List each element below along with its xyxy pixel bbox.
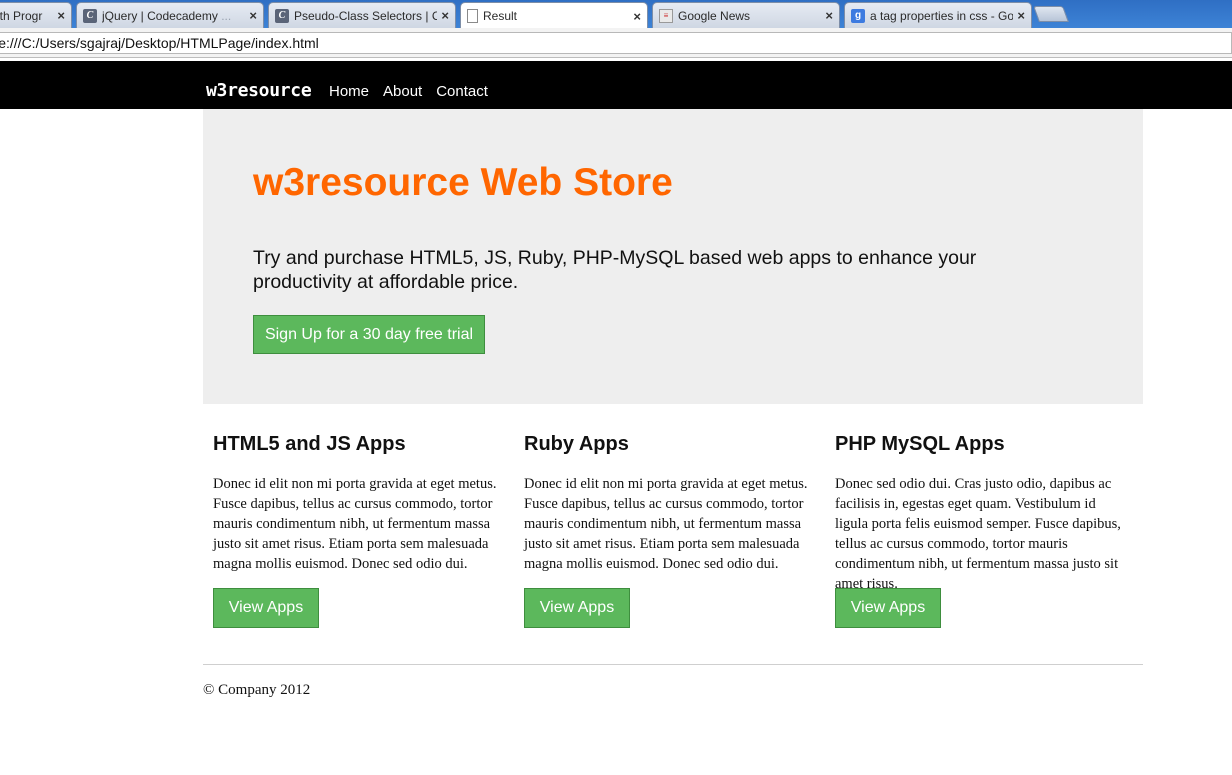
nav-home-link[interactable]: Home — [329, 83, 369, 100]
column-heading: Ruby Apps — [524, 433, 629, 455]
column-text: Donec id elit non mi porta gravida at eg… — [213, 476, 497, 572]
new-tab-button[interactable] — [1033, 6, 1069, 22]
browser-tab-active[interactable]: Result × — [460, 2, 648, 28]
tab-title: ith Progr — [0, 8, 43, 23]
google-icon: g — [851, 8, 865, 23]
view-apps-button[interactable]: View Apps — [524, 588, 630, 628]
tab-title: a tag properties in css - Go — [870, 8, 1014, 23]
footer-copyright: © Company 2012 — [203, 682, 311, 698]
tab-title: Result — [483, 9, 518, 23]
column-text: Donec id elit non mi porta gravida at eg… — [524, 476, 808, 572]
close-icon[interactable]: × — [825, 8, 833, 23]
feature-column-html5: HTML5 and JS Apps Donec id elit non mi p… — [213, 430, 509, 628]
feature-column-php: PHP MySQL Apps Donec sed odio dui. Cras … — [835, 430, 1131, 628]
column-heading: HTML5 and JS Apps — [213, 433, 406, 455]
browser-tab-bar: ith Progr × C jQuery | Codecademy ... × … — [0, 0, 1232, 28]
browser-tab[interactable]: C jQuery | Codecademy ... × — [76, 2, 264, 28]
close-icon[interactable]: × — [1017, 8, 1025, 23]
close-icon[interactable]: × — [249, 8, 257, 23]
hero-title: w3resource Web Store — [253, 161, 673, 204]
document-icon — [467, 9, 478, 23]
tab-title: jQuery | Codecademy ... — [102, 8, 232, 23]
nav-about-link[interactable]: About — [383, 83, 422, 100]
browser-tab[interactable]: C Pseudo-Class Selectors | C × — [268, 2, 456, 28]
brand-link[interactable]: w3resource — [206, 80, 312, 101]
close-icon[interactable]: × — [57, 8, 65, 23]
tab-title: Google News — [678, 8, 751, 23]
nav-contact-link[interactable]: Contact — [436, 83, 488, 100]
close-icon[interactable]: × — [633, 9, 641, 24]
view-apps-button[interactable]: View Apps — [835, 588, 941, 628]
view-apps-button[interactable]: View Apps — [213, 588, 319, 628]
browser-tab[interactable]: g a tag properties in css - Go × — [844, 2, 1032, 28]
address-bar: ile:///C:/Users/sgajraj/Desktop/HTMLPage… — [0, 28, 1232, 58]
nav-links: Home About Contact — [329, 83, 502, 100]
footer-divider — [203, 664, 1143, 665]
tab-title: Pseudo-Class Selectors | C — [294, 8, 438, 23]
close-icon[interactable]: × — [441, 8, 449, 23]
signup-button[interactable]: Sign Up for a 30 day free trial — [253, 315, 485, 354]
column-text: Donec sed odio dui. Cras justo odio, dap… — [835, 476, 1121, 592]
feature-column-ruby: Ruby Apps Donec id elit non mi porta gra… — [524, 430, 820, 628]
codecademy-icon: C — [275, 8, 289, 23]
browser-tab[interactable]: ith Progr × — [0, 2, 72, 28]
column-heading: PHP MySQL Apps — [835, 433, 1005, 455]
news-icon: ≡ — [659, 8, 673, 23]
codecademy-icon: C — [83, 8, 97, 23]
site-navbar: w3resource Home About Contact — [0, 61, 1232, 109]
hero-text: Try and purchase HTML5, JS, Ruby, PHP-My… — [253, 247, 977, 293]
hero-unit: w3resource Web Store Try and purchase HT… — [203, 109, 1143, 404]
browser-tab[interactable]: ≡ Google News × — [652, 2, 840, 28]
url-field[interactable]: ile:///C:/Users/sgajraj/Desktop/HTMLPage… — [0, 32, 1232, 54]
